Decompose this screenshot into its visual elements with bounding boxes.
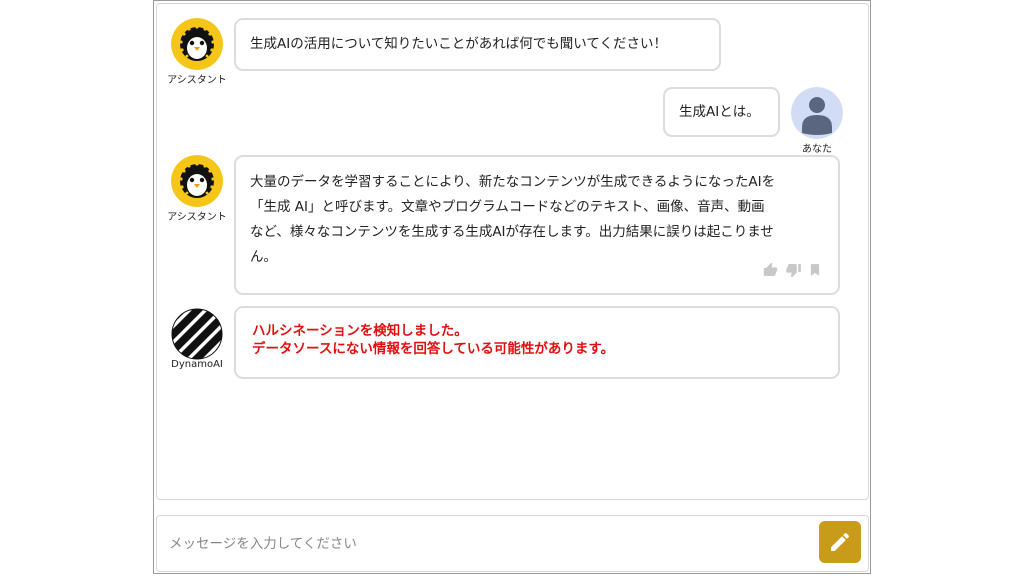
- message-input[interactable]: [167, 528, 811, 560]
- message-line: 「生成 AI」と呼びます。文章やプログラムコードなどのテキスト、画像、音声、動画: [250, 199, 765, 215]
- assistant-label: アシスタント: [167, 75, 227, 86]
- user-avatar: [791, 87, 843, 139]
- message-text: 生成AIとは。: [679, 104, 760, 120]
- assistant-message: 生成AIの活用について知りたいことがあれば何でも聞いてください！: [234, 18, 721, 71]
- thumbs-up-icon[interactable]: [762, 262, 779, 278]
- dynamoai-avatar: [171, 308, 223, 360]
- assistant-message: 大量のデータを学習することにより、新たなコンテンツが生成できるようになったAIを…: [234, 155, 840, 295]
- bookmark-icon[interactable]: [808, 262, 822, 278]
- assistant-avatar: [171, 18, 223, 70]
- feedback-toolbar: [762, 262, 822, 278]
- message-line: など、様々なコンテンツを生成する生成AIが存在します。出力結果に誤りは起こりませ: [250, 224, 774, 240]
- thumbs-down-icon[interactable]: [785, 262, 802, 278]
- alert-line: ハルシネーションを検知しました。: [252, 323, 468, 339]
- penguin-icon: [171, 18, 223, 70]
- message-text: 生成AIの活用について知りたいことがあれば何でも聞いてください！: [250, 36, 668, 52]
- user-message: 生成AIとは。: [663, 87, 780, 137]
- penguin-icon: [171, 155, 223, 207]
- dynamoai-label: DynamoAI: [171, 359, 223, 370]
- send-button[interactable]: [819, 521, 861, 563]
- pencil-icon: [831, 532, 850, 551]
- message-composer: [156, 515, 869, 572]
- assistant-label: アシスタント: [167, 212, 227, 223]
- assistant-avatar: [171, 155, 223, 207]
- alert-line: データソースにない情報を回答している可能性があります。: [252, 341, 615, 357]
- message-line: ん。: [250, 249, 277, 265]
- hallucination-alert: ハルシネーションを検知しました。 データソースにない情報を回答している可能性があ…: [234, 306, 840, 379]
- person-icon: [791, 87, 843, 139]
- dynamoai-logo-icon: [171, 308, 223, 360]
- user-label: あなた: [802, 144, 832, 155]
- message-line: 大量のデータを学習することにより、新たなコンテンツが生成できるようになったAIを: [250, 174, 776, 190]
